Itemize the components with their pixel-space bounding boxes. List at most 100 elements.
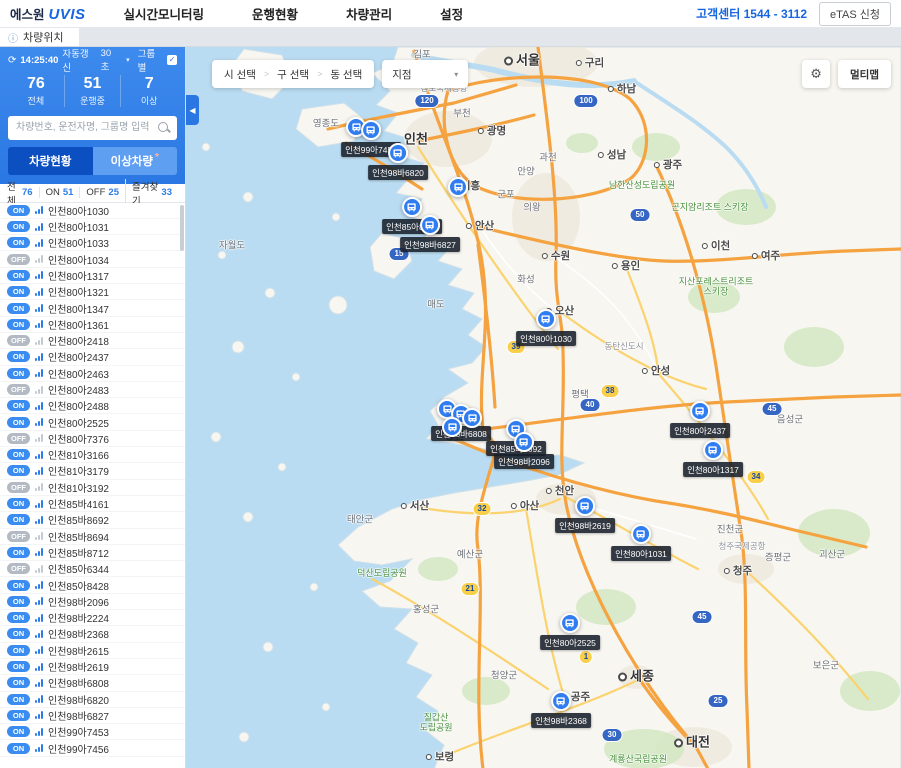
map-vehicle-marker[interactable]: 인천98바6820 — [368, 143, 428, 180]
vehicle-row[interactable]: ON인천99아7453 — [0, 724, 185, 740]
signal-bar — [41, 646, 43, 654]
breadcrumb-item-2[interactable]: 동 선택 — [330, 67, 362, 82]
vehicle-plate: 인천98바2619 — [48, 659, 109, 674]
vehicle-row[interactable]: ON인천85아8428 — [0, 577, 185, 593]
vehicle-row[interactable]: OFF인천81아3192 — [0, 480, 185, 496]
signal-icon — [35, 614, 43, 622]
vehicle-row[interactable]: ON인천98바2224 — [0, 610, 185, 626]
signal-bar — [35, 472, 37, 475]
vehicle-search — [8, 116, 177, 140]
vehicle-row[interactable]: ON인천80아2437 — [0, 349, 185, 365]
signal-bar — [35, 586, 37, 589]
map-vehicle-marker[interactable]: 인천98바2368 — [531, 691, 591, 728]
vehicle-row[interactable]: ON인천80아1321 — [0, 284, 185, 300]
map-vehicle-marker[interactable]: 인천98바6827 — [400, 215, 460, 252]
vehicle-row[interactable]: ON인천80아1361 — [0, 317, 185, 333]
map-canvas[interactable] — [186, 47, 901, 768]
vehicle-row[interactable]: ON인천80아2525 — [0, 414, 185, 430]
map-vehicle-marker[interactable]: 인천98바2619 — [555, 496, 615, 533]
vehicle-row[interactable]: ON인천80아1317 — [0, 268, 185, 284]
signal-bar — [35, 276, 37, 279]
vehicle-row[interactable]: ON인천85바8692 — [0, 512, 185, 528]
vehicle-row[interactable]: ON인천80아1030 — [0, 203, 185, 219]
signal-bar — [41, 695, 43, 703]
vehicle-row[interactable]: ON인천80아2488 — [0, 398, 185, 414]
sidebar-tab-1[interactable]: 이상차량* — [93, 147, 178, 175]
vehicle-row[interactable]: OFF인천80아7376 — [0, 431, 185, 447]
filter-2[interactable]: OFF25 — [79, 187, 125, 198]
signal-icon — [35, 663, 43, 671]
signal-bar — [35, 488, 37, 491]
signal-bar — [38, 698, 40, 703]
status-badge: OFF — [7, 433, 30, 444]
map-vehicle-marker[interactable]: 인천80아1317 — [683, 440, 743, 477]
multimap-button[interactable]: 멀티맵 — [838, 60, 891, 88]
breadcrumb-item-1[interactable]: 구 선택 — [277, 67, 309, 82]
vehicle-plate: 인천81아3166 — [48, 447, 109, 462]
tab-vehicle-location[interactable]: ⓘ 차량위치 — [0, 28, 79, 46]
status-badge: ON — [7, 465, 30, 476]
vehicle-row[interactable]: ON인천98바6827 — [0, 708, 185, 724]
signal-icon — [35, 516, 43, 524]
signal-icon — [35, 353, 43, 361]
nav-item-3[interactable]: 설정 — [440, 4, 463, 23]
app-root: 에스원 UVIS 실시간모니터링운행현황차량관리설정 고객센터 1544 - 3… — [0, 0, 901, 768]
vehicle-row[interactable]: ON인천80아1347 — [0, 300, 185, 316]
map-container[interactable]: 서울구리김포하남김포국제공항부천인천광명성남과천광주안양남한산성도립공원영종도시… — [186, 47, 901, 768]
vehicle-row[interactable]: ON인천99아7456 — [0, 740, 185, 756]
marker-plate-label: 인천80아1030 — [516, 331, 576, 346]
vehicle-row[interactable]: OFF인천85바8694 — [0, 529, 185, 545]
group-checkbox[interactable]: ✓ — [167, 55, 177, 65]
status-badge: ON — [7, 547, 30, 558]
map-vehicle-marker[interactable]: 인천80아2525 — [540, 613, 600, 650]
sidebar-tab-0[interactable]: 차량현황 — [8, 147, 93, 175]
vehicle-row[interactable]: ON인천98바2615 — [0, 643, 185, 659]
list-scrollbar-thumb[interactable] — [180, 205, 184, 251]
map-vehicle-marker[interactable]: 인천98바2096 — [494, 432, 554, 469]
vehicle-row[interactable]: OFF인천80아1034 — [0, 251, 185, 267]
map-vehicle-marker[interactable] — [462, 408, 482, 428]
vehicle-row[interactable]: ON인천80아1031 — [0, 219, 185, 235]
vehicle-row[interactable]: ON인천98바2096 — [0, 594, 185, 610]
vehicle-plate: 인천98바6808 — [48, 675, 109, 690]
search-icon[interactable] — [158, 122, 168, 132]
map-settings-button[interactable]: ⚙ — [802, 60, 830, 88]
vehicle-row[interactable]: ON인천98바6808 — [0, 675, 185, 691]
vehicle-row[interactable]: OFF인천80아2418 — [0, 333, 185, 349]
vehicle-row[interactable]: ON인천85바4161 — [0, 496, 185, 512]
signal-bar — [41, 630, 43, 638]
nav-item-2[interactable]: 차량관리 — [346, 4, 392, 23]
vehicle-row[interactable]: ON인천85바8712 — [0, 545, 185, 561]
vehicle-row[interactable]: ON인천81아3179 — [0, 463, 185, 479]
signal-bar — [41, 434, 43, 442]
vehicle-row[interactable]: ON인천98바2619 — [0, 659, 185, 675]
map-vehicle-marker[interactable]: 인천80아1031 — [611, 524, 671, 561]
vehicle-row[interactable]: ON인천80아2463 — [0, 366, 185, 382]
vehicle-row[interactable]: OFF인천80아2483 — [0, 382, 185, 398]
nav-item-0[interactable]: 실시간모니터링 — [124, 4, 205, 23]
signal-bar — [41, 223, 43, 231]
nav-item-1[interactable]: 운행현황 — [252, 4, 298, 23]
vehicle-row[interactable]: ON인천80아1033 — [0, 235, 185, 251]
map-vehicle-marker[interactable]: 인천80아2437 — [670, 401, 730, 438]
filter-1[interactable]: ON51 — [39, 187, 80, 198]
refresh-icon[interactable]: ⟳ — [8, 55, 16, 66]
branch-select[interactable]: 지점 ▾ — [382, 60, 468, 88]
stat-1: 51운행중 — [64, 75, 121, 107]
search-input[interactable] — [8, 116, 177, 140]
vehicle-row[interactable]: ON인천81아3166 — [0, 447, 185, 463]
signal-icon — [35, 711, 43, 719]
map-vehicle-marker[interactable] — [448, 177, 468, 197]
region-breadcrumb: 시 선택>구 선택>동 선택 — [212, 60, 374, 88]
vehicle-row[interactable]: OFF인천85아6344 — [0, 561, 185, 577]
etas-apply-button[interactable]: eTAS 신청 — [819, 2, 891, 26]
refresh-interval-select[interactable]: 30 초 — [101, 48, 122, 73]
map-vehicle-marker[interactable] — [442, 417, 462, 437]
map-vehicle-marker[interactable]: 인천80아1030 — [516, 309, 576, 346]
breadcrumb-item-0[interactable]: 시 선택 — [224, 67, 256, 82]
sidebar-collapse-button[interactable]: ◀ — [186, 95, 199, 125]
brand-logo[interactable]: 에스원 UVIS — [10, 4, 86, 23]
vehicle-row[interactable]: ON인천98바6820 — [0, 692, 185, 708]
vehicle-plate: 인천98바2224 — [48, 610, 109, 625]
vehicle-row[interactable]: ON인천98바2368 — [0, 626, 185, 642]
